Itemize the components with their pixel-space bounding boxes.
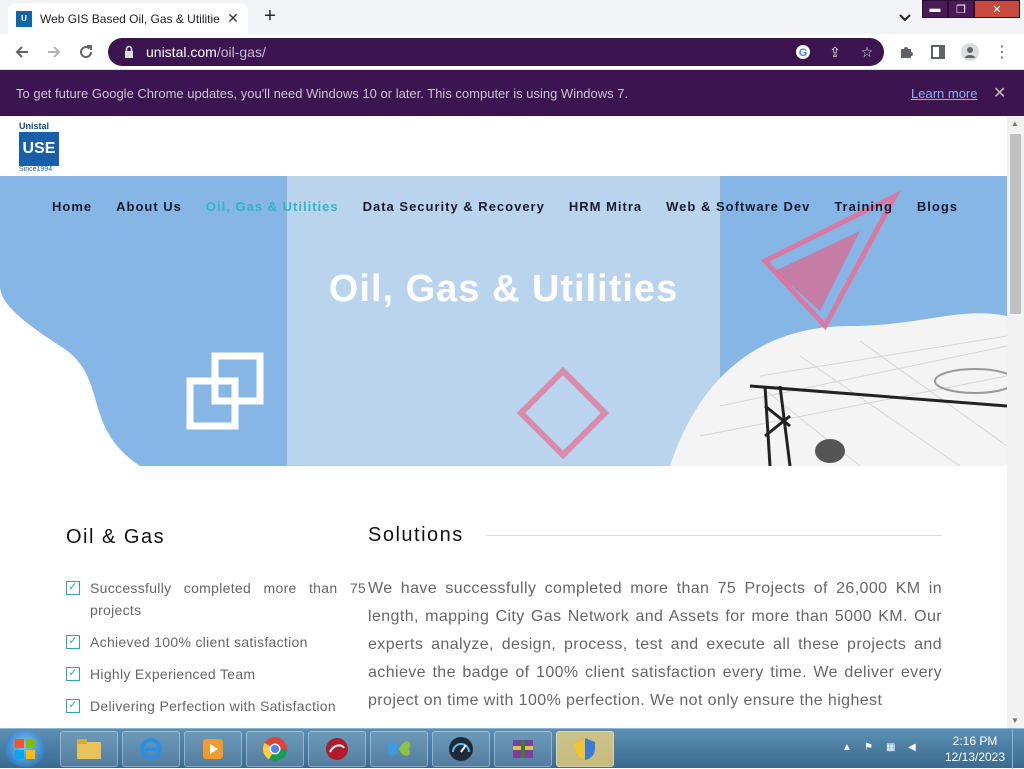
speedometer-app-icon[interactable]	[432, 731, 490, 767]
nav-web-software-dev[interactable]: Web & Software Dev	[666, 199, 810, 214]
nav-data-security-recovery[interactable]: Data Security & Recovery	[363, 199, 545, 214]
tab-active[interactable]: U Web GIS Based Oil, Gas & Utilitie ✕	[8, 3, 248, 34]
oil-gas-heading: Oil & Gas	[66, 526, 166, 548]
start-button[interactable]	[4, 731, 46, 767]
share-icon[interactable]: ⇪	[826, 43, 844, 61]
network-icon[interactable]: ▦	[886, 742, 900, 756]
minimize-button[interactable]: ▬	[922, 0, 948, 18]
url-text: unistal.com/oil-gas/	[146, 44, 266, 60]
taskbar-clock[interactable]: 2:16 PM 12/13/2023	[940, 733, 1010, 765]
infobar-close-icon[interactable]: ✕	[993, 83, 1006, 103]
browser-window: U Web GIS Based Oil, Gas & Utilitie ✕ + …	[0, 0, 1024, 769]
solutions-section: Solutions We have successfully completed…	[368, 524, 942, 715]
infobar-message: To get future Google Chrome updates, you…	[16, 85, 629, 101]
google-lens-icon[interactable]: G	[794, 43, 812, 61]
check-icon: ✓	[66, 699, 80, 713]
internet-explorer-icon[interactable]	[122, 731, 180, 767]
show-desktop-button[interactable]	[1012, 729, 1024, 769]
feature-item: ✓ Achieved 100% client satisfaction	[66, 631, 366, 653]
chrome-menu-icon[interactable]: ⋮	[992, 42, 1012, 62]
show-hidden-icons[interactable]: ▲	[842, 742, 856, 756]
hero-title: Oil, Gas & Utilities	[328, 268, 679, 310]
media-player-icon[interactable]	[184, 731, 242, 767]
nav-home[interactable]: Home	[52, 199, 92, 214]
scroll-up-icon[interactable]: ▲	[1011, 119, 1019, 128]
web-page: Unistal USE Since1994 Home About Us Oil,…	[0, 116, 1007, 728]
file-explorer-icon[interactable]	[60, 731, 118, 767]
shield-app-icon[interactable]	[556, 731, 614, 767]
main-nav: Home About Us Oil, Gas & Utilities Data …	[52, 199, 982, 214]
butterfly-app-icon[interactable]	[370, 731, 428, 767]
winrar-icon[interactable]	[494, 731, 552, 767]
check-icon: ✓	[66, 667, 80, 681]
browser-toolbar: unistal.com/oil-gas/ G ⇪ ☆ ⋮	[0, 34, 1024, 70]
unistal-logo[interactable]: Unistal USE Since1994	[19, 121, 61, 173]
site-favicon-icon: U	[16, 10, 32, 27]
nav-oil-gas-utilities[interactable]: Oil, Gas & Utilities	[206, 199, 339, 214]
solutions-heading: Solutions	[368, 524, 464, 546]
app-red-icon[interactable]	[308, 731, 366, 767]
profile-avatar-icon[interactable]	[960, 42, 980, 62]
hero-banner	[0, 176, 1007, 466]
feature-item: ✓ Highly Experienced Team	[66, 663, 366, 685]
back-icon[interactable]	[12, 42, 32, 62]
nav-training[interactable]: Training	[834, 199, 893, 214]
hero-background	[0, 176, 1007, 466]
learn-more-link[interactable]: Learn more	[911, 86, 977, 101]
tab-title: Web GIS Based Oil, Gas & Utilitie	[40, 11, 220, 26]
chrome-taskbar-icon[interactable]	[246, 731, 304, 767]
heading-divider	[485, 535, 942, 536]
scrollbar-thumb[interactable]	[1010, 134, 1021, 314]
volume-icon[interactable]: ◀	[908, 742, 922, 756]
tab-strip: U Web GIS Based Oil, Gas & Utilitie ✕ + …	[0, 0, 1024, 34]
nav-hrm-mitra[interactable]: HRM Mitra	[569, 199, 642, 214]
close-window-button[interactable]: ✕	[974, 0, 1020, 18]
solutions-text: We have successfully completed more than…	[368, 580, 942, 709]
scroll-down-icon[interactable]: ▼	[1011, 716, 1019, 725]
tab-close-icon[interactable]: ✕	[226, 10, 240, 27]
forward-icon[interactable]	[44, 42, 64, 62]
svg-text:G: G	[799, 47, 808, 59]
check-icon: ✓	[66, 581, 80, 595]
feature-item: ✓ Successfully completed more than 75 pro…	[66, 577, 366, 621]
system-tray: ▲ ⚑ ▦ ◀	[842, 729, 922, 769]
check-icon: ✓	[66, 635, 80, 649]
clock-time: 2:16 PM	[952, 734, 998, 748]
action-center-icon[interactable]: ⚑	[864, 742, 878, 756]
feature-item: ✓ Delivering Perfection with Satisfaction	[66, 695, 366, 717]
new-tab-button[interactable]: +	[258, 5, 282, 28]
update-infobar: To get future Google Chrome updates, you…	[0, 70, 1024, 116]
bookmark-star-icon[interactable]: ☆	[858, 43, 876, 61]
nav-about-us[interactable]: About Us	[116, 199, 182, 214]
clock-date: 12/13/2023	[944, 750, 1006, 764]
maximize-button[interactable]: ❐	[948, 0, 974, 18]
windows-taskbar: ▲ ⚑ ▦ ◀ 2:16 PM 12/13/2023	[0, 728, 1024, 769]
page-scrollbar[interactable]: ▲ ▼	[1007, 116, 1024, 728]
tab-search-icon[interactable]	[896, 8, 914, 26]
reload-icon[interactable]	[76, 42, 96, 62]
nav-blogs[interactable]: Blogs	[917, 199, 958, 214]
lock-icon[interactable]	[122, 45, 136, 59]
window-controls: ▬ ❐ ✕	[922, 0, 1020, 18]
address-bar[interactable]: unistal.com/oil-gas/ G ⇪ ☆	[108, 38, 884, 66]
oil-gas-section: Oil & Gas ✓ Successfully completed more t…	[66, 526, 366, 727]
side-panel-icon[interactable]	[928, 42, 948, 62]
extensions-puzzle-icon[interactable]	[896, 42, 916, 62]
